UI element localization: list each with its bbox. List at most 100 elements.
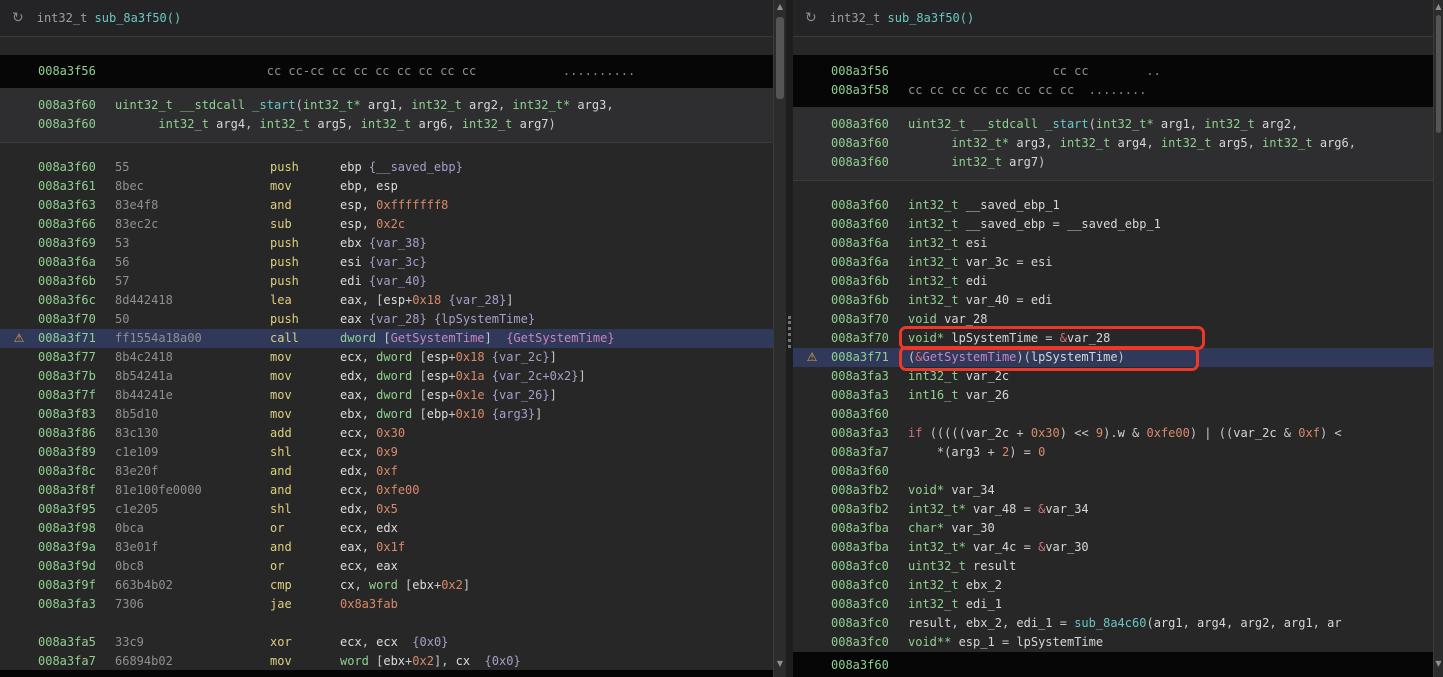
token: word bbox=[340, 654, 376, 668]
asm-row[interactable]: 008a3f6683ec2csubesp, 0x2c bbox=[0, 215, 773, 234]
asm-row[interactable]: 008a3f9d0bc8orecx, eax bbox=[0, 557, 773, 576]
code-row[interactable]: 008a3f60 int32_t arg4, int32_t arg5, int… bbox=[0, 115, 773, 134]
asm-row[interactable]: 008a3fa766894b02movword [ebx+0x2], cx {0… bbox=[0, 652, 773, 671]
asm-row[interactable]: 008a3f6b57pushedi {var_40} bbox=[0, 272, 773, 291]
mnemonic: mov bbox=[270, 177, 340, 196]
asm-row[interactable]: ⚠008a3f71ff1554a18a00calldword [GetSyste… bbox=[0, 329, 773, 348]
asm-row[interactable]: 008a3f6c8d442418leaeax, [esp+0x18 {var_2… bbox=[0, 291, 773, 310]
token: ] bbox=[550, 350, 557, 364]
row-gutter bbox=[793, 656, 831, 675]
asm-row[interactable]: 008a3f6a56pushesi {var_3c} bbox=[0, 253, 773, 272]
code-tokens: void* var_34 bbox=[908, 481, 1433, 500]
code-row[interactable]: 008a3fc0int32_t ebx_2 bbox=[793, 576, 1433, 595]
code-row[interactable]: 008a3f70void var_28 bbox=[793, 310, 1433, 329]
scroll-up-button[interactable]: ▲ bbox=[774, 0, 786, 14]
scroll-up-button[interactable]: ▲ bbox=[1434, 0, 1443, 14]
code-row[interactable]: 008a3f56 cc cc-cc cc cc cc cc cc cc cc .… bbox=[0, 62, 773, 81]
asm-row[interactable]: 008a3f838b5d10movebx, dword [ebp+0x10 {a… bbox=[0, 405, 773, 424]
code-row[interactable]: 008a3f60int32_t __saved_ebp = __saved_eb… bbox=[793, 215, 1433, 234]
asm-row[interactable]: 008a3f618becmovebp, esp bbox=[0, 177, 773, 196]
code-row[interactable]: 008a3fb2void* var_34 bbox=[793, 481, 1433, 500]
code-row[interactable]: 008a3fc0int32_t edi_1 bbox=[793, 595, 1433, 614]
code-row[interactable]: 008a3fbaint32_t* var_4c = &var_30 bbox=[793, 538, 1433, 557]
code-row[interactable]: 008a3f6aint32_t var_3c = esi bbox=[793, 253, 1433, 272]
asm-row[interactable]: 008a3f95c1e205shledx, 0x5 bbox=[0, 500, 773, 519]
scrollbar-thumb[interactable] bbox=[776, 17, 784, 99]
asm-row[interactable]: 008a3f89c1e109shlecx, 0x9 bbox=[0, 443, 773, 462]
asm-row[interactable]: 008a3f6383e4f8andesp, 0xfffffff8 bbox=[0, 196, 773, 215]
row-gutter bbox=[0, 576, 38, 595]
asm-row[interactable]: 008a3f980bcaorecx, edx bbox=[0, 519, 773, 538]
asm-row[interactable]: 008a3f8c83e20fandedx, 0xf bbox=[0, 462, 773, 481]
code-row[interactable]: 008a3f60 bbox=[793, 405, 1433, 424]
code-row[interactable]: ⚠008a3f71(&GetSystemTime)(lpSystemTime) bbox=[793, 348, 1433, 367]
code-tokens: edx, 0xf bbox=[340, 462, 773, 481]
code-row[interactable]: 008a3f60 int32_t* arg3, int32_t arg4, in… bbox=[793, 134, 1433, 153]
pane-splitter[interactable] bbox=[786, 0, 793, 677]
code-row[interactable]: 008a3fa3int16_t var_26 bbox=[793, 386, 1433, 405]
function-name[interactable]: sub_8a3f50() bbox=[95, 11, 182, 25]
instruction-bytes: ff1554a18a00 bbox=[115, 329, 270, 348]
code-row[interactable] bbox=[0, 614, 773, 633]
code-row[interactable]: 008a3f60 bbox=[793, 656, 1433, 675]
asm-row[interactable]: 008a3f6055pushebp {__saved_ebp} bbox=[0, 158, 773, 177]
splitter-grip-icon[interactable] bbox=[788, 316, 791, 348]
scrollbar-thumb[interactable] bbox=[1436, 15, 1441, 133]
code-tokens: eax {var_28} {lpSystemTime} bbox=[340, 310, 773, 329]
token: int32_t bbox=[908, 217, 966, 231]
token: arg4 bbox=[209, 117, 245, 131]
token: word bbox=[369, 578, 405, 592]
code-row[interactable]: 008a3fa3if (((((var_2c + 0x30) << 9).w &… bbox=[793, 424, 1433, 443]
warning-icon: ⚠ bbox=[0, 329, 38, 348]
asm-row[interactable]: 008a3f9f663b4b02cmpcx, word [ebx+0x2] bbox=[0, 576, 773, 595]
refresh-icon[interactable]: ↻ bbox=[805, 10, 817, 26]
code-row[interactable]: 008a3fc0void** esp_1 = lpSystemTime bbox=[793, 633, 1433, 652]
code-row[interactable]: 008a3fa3int32_t var_2c bbox=[793, 367, 1433, 386]
code-tokens: int32_t edi bbox=[908, 272, 1433, 291]
token: int32_t bbox=[1204, 117, 1255, 131]
code-row[interactable]: 008a3f60uint32_t __stdcall _start(int32_… bbox=[793, 115, 1433, 134]
token: edi bbox=[1031, 293, 1053, 307]
asm-row[interactable]: 008a3f7f8b44241emoveax, dword [esp+0x1e … bbox=[0, 386, 773, 405]
code-row[interactable]: 008a3fa7 *(arg3 + 2) = 0 bbox=[793, 443, 1433, 462]
code-row[interactable]: 008a3f60uint32_t __stdcall _start(int32_… bbox=[0, 96, 773, 115]
token: eax bbox=[340, 293, 362, 307]
token: , bbox=[354, 578, 368, 592]
asm-row[interactable]: 008a3f778b4c2418movecx, dword [esp+0x18 … bbox=[0, 348, 773, 367]
asm-row[interactable]: 008a3f9a83e01fandeax, 0x1f bbox=[0, 538, 773, 557]
token: 0x9 bbox=[376, 445, 398, 459]
code-row[interactable]: 008a3f6bint32_t var_40 = edi bbox=[793, 291, 1433, 310]
left-scrollbar[interactable]: ▲ ▼ bbox=[773, 0, 786, 677]
code-row[interactable]: 008a3f60 int32_t arg7) bbox=[793, 153, 1433, 172]
scroll-down-button[interactable]: ▼ bbox=[774, 657, 786, 671]
token: arg1 bbox=[1154, 616, 1183, 630]
code-row[interactable]: 008a3f58cc cc cc cc cc cc cc cc ........ bbox=[793, 81, 1433, 100]
row-gutter bbox=[0, 62, 38, 81]
code-row[interactable]: 008a3fc0result, ebx_2, edi_1 = sub_8a4c6… bbox=[793, 614, 1433, 633]
token: 0x10 bbox=[456, 407, 485, 421]
code-row[interactable]: 008a3f6aint32_t esi bbox=[793, 234, 1433, 253]
code-row[interactable]: 008a3fc0uint32_t result bbox=[793, 557, 1433, 576]
scroll-down-button[interactable]: ▼ bbox=[1434, 657, 1443, 671]
code-row[interactable]: 008a3fb2int32_t* var_48 = &var_34 bbox=[793, 500, 1433, 519]
asm-row[interactable]: 008a3f7050pusheax {var_28} {lpSystemTime… bbox=[0, 310, 773, 329]
function-name[interactable]: sub_8a3f50() bbox=[888, 11, 975, 25]
code-row[interactable]: 008a3f60 bbox=[793, 462, 1433, 481]
row-gutter bbox=[793, 500, 831, 519]
asm-row[interactable]: 008a3f8f81e100fe0000andecx, 0xfe00 bbox=[0, 481, 773, 500]
asm-row[interactable]: 008a3fa37306jae0x8a3fab bbox=[0, 595, 773, 614]
asm-row[interactable]: 008a3f6953pushebx {var_38} bbox=[0, 234, 773, 253]
token: void bbox=[908, 312, 944, 326]
code-row[interactable]: 008a3f60int32_t __saved_ebp_1 bbox=[793, 196, 1433, 215]
code-row[interactable]: 008a3f56 cc cc .. bbox=[793, 62, 1433, 81]
asm-row[interactable]: 008a3f8683c130addecx, 0x30 bbox=[0, 424, 773, 443]
right-scrollbar[interactable]: ▲ ▼ bbox=[1433, 0, 1443, 677]
token: {var_2c+0x2} bbox=[492, 369, 579, 383]
code-row[interactable]: 008a3f70void* lpSystemTime = &var_28 bbox=[793, 329, 1433, 348]
asm-row[interactable]: 008a3fa533c9xorecx, ecx {0x0} bbox=[0, 633, 773, 652]
code-row[interactable]: 008a3f6bint32_t edi bbox=[793, 272, 1433, 291]
code-row[interactable]: 008a3fbachar* var_30 bbox=[793, 519, 1433, 538]
refresh-icon[interactable]: ↻ bbox=[12, 10, 24, 26]
asm-row[interactable]: 008a3f7b8b54241amovedx, dword [esp+0x1a … bbox=[0, 367, 773, 386]
address: 008a3f6c bbox=[38, 291, 115, 310]
